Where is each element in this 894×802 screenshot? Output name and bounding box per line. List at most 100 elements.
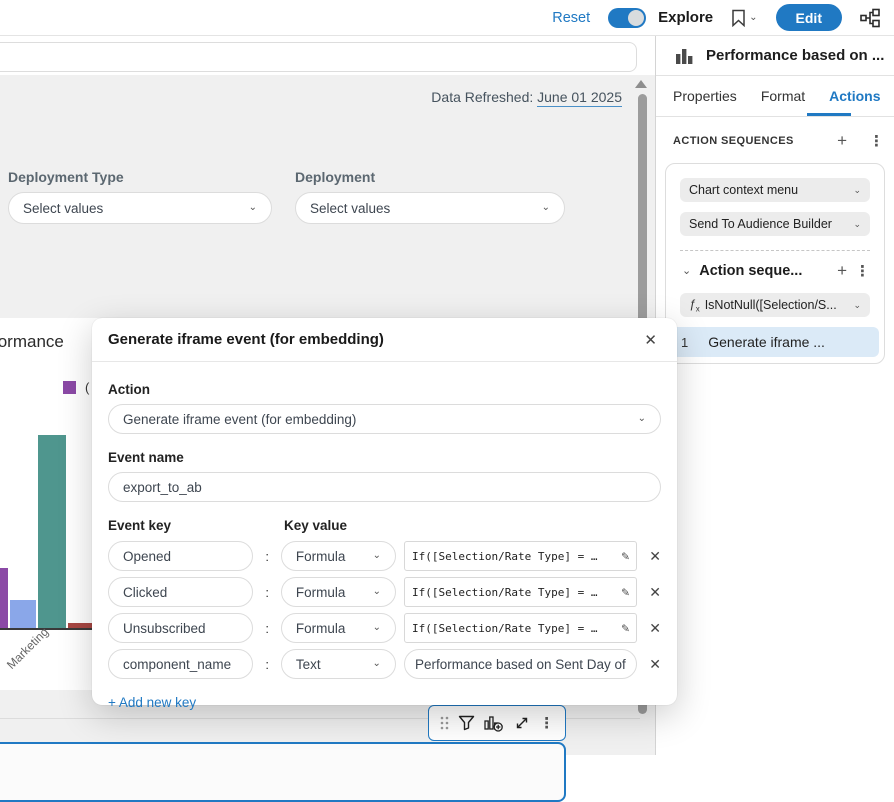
chevron-down-icon: ⌄ xyxy=(853,220,861,229)
bar-purple[interactable] xyxy=(0,568,8,628)
input-value: export_to_ab xyxy=(123,480,202,495)
filter-label-deployment-type: Deployment Type xyxy=(8,169,124,185)
sequences-more-icon[interactable]: ⋮ xyxy=(869,132,884,150)
chevron-down-icon: ⌄ xyxy=(542,203,550,213)
key-input[interactable]: Unsubscribed xyxy=(108,613,253,643)
remove-row-icon[interactable]: ✕ xyxy=(649,620,661,637)
event-key-row: Opened Formula ⌄ If([Selection/Rate Type]… xyxy=(108,541,661,571)
key-input[interactable]: component_name xyxy=(108,649,253,679)
add-sequence-button[interactable]: + xyxy=(837,131,847,151)
modal-body: Action Generate iframe event (for embedd… xyxy=(92,362,677,712)
formula-field[interactable]: If([Selection/Rate Type] = … ✎ xyxy=(404,613,637,643)
group-more-icon[interactable]: ⋮ xyxy=(855,262,870,280)
select-value: Chart context menu xyxy=(689,183,798,197)
toggle-knob xyxy=(628,10,644,26)
chevron-down-icon: ⌄ xyxy=(638,414,646,424)
key-value-headers: Event key Key value xyxy=(108,518,661,533)
remove-row-icon[interactable]: ✕ xyxy=(649,584,661,601)
event-key-header: Event key xyxy=(108,518,284,533)
condition-value: IsNotNull([Selection/S... xyxy=(705,298,837,312)
action-step-selected[interactable]: 1 Generate iframe ... xyxy=(671,327,879,357)
bar-teal[interactable] xyxy=(38,435,66,628)
formula-field[interactable]: If([Selection/Rate Type] = …✎ xyxy=(404,577,637,607)
more-vertical-icon[interactable]: ⋮ xyxy=(539,714,554,732)
value-type-select[interactable]: Formula⌄ xyxy=(281,577,396,607)
tab-properties[interactable]: Properties xyxy=(673,88,737,104)
key-input[interactable]: Opened xyxy=(108,541,253,571)
tab-format[interactable]: Format xyxy=(761,88,805,104)
generate-iframe-event-modal: Generate iframe event (for embedding) ✕ … xyxy=(92,318,677,705)
data-refreshed: Data Refreshed: June 01 2025 xyxy=(431,89,622,105)
bookmark-menu[interactable]: ⌄ xyxy=(731,9,757,27)
event-key-row: component_name Text⌄ Performance based o… xyxy=(108,649,661,679)
add-chart-icon[interactable] xyxy=(484,715,504,732)
bar-blue[interactable] xyxy=(10,600,36,628)
close-icon[interactable]: ✕ xyxy=(640,329,661,351)
drag-handle-icon[interactable] xyxy=(440,716,449,730)
active-tab-underline xyxy=(807,113,851,116)
tab-actions[interactable]: Actions xyxy=(829,88,880,104)
expand-icon[interactable] xyxy=(514,715,530,731)
chevron-down-icon: ⌄ xyxy=(373,587,381,597)
reset-button[interactable]: Reset xyxy=(552,10,590,26)
event-name-input[interactable]: export_to_ab xyxy=(108,472,661,502)
event-name-label: Event name xyxy=(108,450,661,465)
chevron-down-icon: ⌄ xyxy=(749,13,757,23)
colon-separator xyxy=(253,657,280,672)
key-value-text: Unsubscribed xyxy=(123,621,206,636)
action-label: Action xyxy=(108,382,661,397)
type-value: Formula xyxy=(296,621,346,636)
formula-text: If([Selection/Rate Type] = … xyxy=(412,550,597,563)
add-action-button[interactable]: + xyxy=(837,261,847,281)
text-value-input[interactable]: Performance based on Sent Day of xyxy=(404,649,637,679)
org-share-icon[interactable] xyxy=(860,8,882,28)
type-value: Formula xyxy=(296,549,346,564)
value-type-select[interactable]: Formula⌄ xyxy=(281,613,396,643)
key-value-text: Opened xyxy=(123,549,171,564)
edit-pencil-icon[interactable]: ✎ xyxy=(621,621,629,636)
panel-header: Performance based on ... xyxy=(656,36,894,76)
colon-separator xyxy=(253,549,280,564)
colon-separator xyxy=(253,585,280,600)
action-select[interactable]: Generate iframe event (for embedding) ⌄ xyxy=(108,404,661,434)
sequence-group-title[interactable]: Action seque... xyxy=(699,263,802,279)
colon-separator xyxy=(253,621,280,636)
formula-field[interactable]: If([Selection/Rate Type] = … ✎ xyxy=(404,541,637,571)
value-type-select[interactable]: Formula ⌄ xyxy=(281,541,396,571)
edit-pencil-icon[interactable]: ✎ xyxy=(621,549,629,564)
chevron-down-icon: ⌄ xyxy=(373,551,381,561)
selected-element-outline[interactable] xyxy=(0,742,566,802)
chevron-down-icon: ⌄ xyxy=(853,301,861,310)
sequence-select-1[interactable]: Chart context menu ⌄ xyxy=(680,178,870,202)
collapse-chevron-icon[interactable]: ⌄ xyxy=(682,266,691,277)
scroll-up-arrow[interactable] xyxy=(635,80,647,88)
deployment-select[interactable]: Select values ⌄ xyxy=(295,192,565,224)
key-value-header: Key value xyxy=(284,518,347,533)
data-refreshed-date-link[interactable]: June 01 2025 xyxy=(537,89,622,107)
deployment-type-select[interactable]: Select values ⌄ xyxy=(8,192,272,224)
remove-row-icon[interactable]: ✕ xyxy=(649,548,661,565)
top-toolbar: Reset Explore ⌄ Edit xyxy=(0,0,894,36)
dashed-divider xyxy=(680,250,870,251)
legend-swatch xyxy=(63,381,76,394)
modal-header: Generate iframe event (for embedding) ✕ xyxy=(92,318,677,362)
key-value-text: Clicked xyxy=(123,585,167,600)
filter-label-deployment: Deployment xyxy=(295,169,375,185)
explore-toggle[interactable] xyxy=(608,8,646,28)
action-sequences-title: ACTION SEQUENCES xyxy=(673,135,794,147)
add-new-key-link[interactable]: + Add new key xyxy=(108,695,196,710)
formula-text: If([Selection/Rate Type] = … xyxy=(412,622,597,635)
type-value: Text xyxy=(296,657,321,672)
sequence-select-2[interactable]: Send To Audience Builder ⌄ xyxy=(680,212,870,236)
empty-text-element[interactable] xyxy=(0,42,637,72)
key-input[interactable]: Clicked xyxy=(108,577,253,607)
edit-pencil-icon[interactable]: ✎ xyxy=(621,585,629,600)
panel-tabs: Properties Format Actions xyxy=(656,76,894,117)
filter-funnel-icon[interactable] xyxy=(458,715,475,731)
edit-button[interactable]: Edit xyxy=(776,4,842,31)
value-type-select[interactable]: Text⌄ xyxy=(281,649,396,679)
chevron-down-icon: ⌄ xyxy=(853,186,861,195)
condition-select[interactable]: ƒx IsNotNull([Selection/S... ⌄ xyxy=(680,293,870,317)
remove-row-icon[interactable]: ✕ xyxy=(649,656,661,673)
bookmark-icon xyxy=(731,9,746,27)
